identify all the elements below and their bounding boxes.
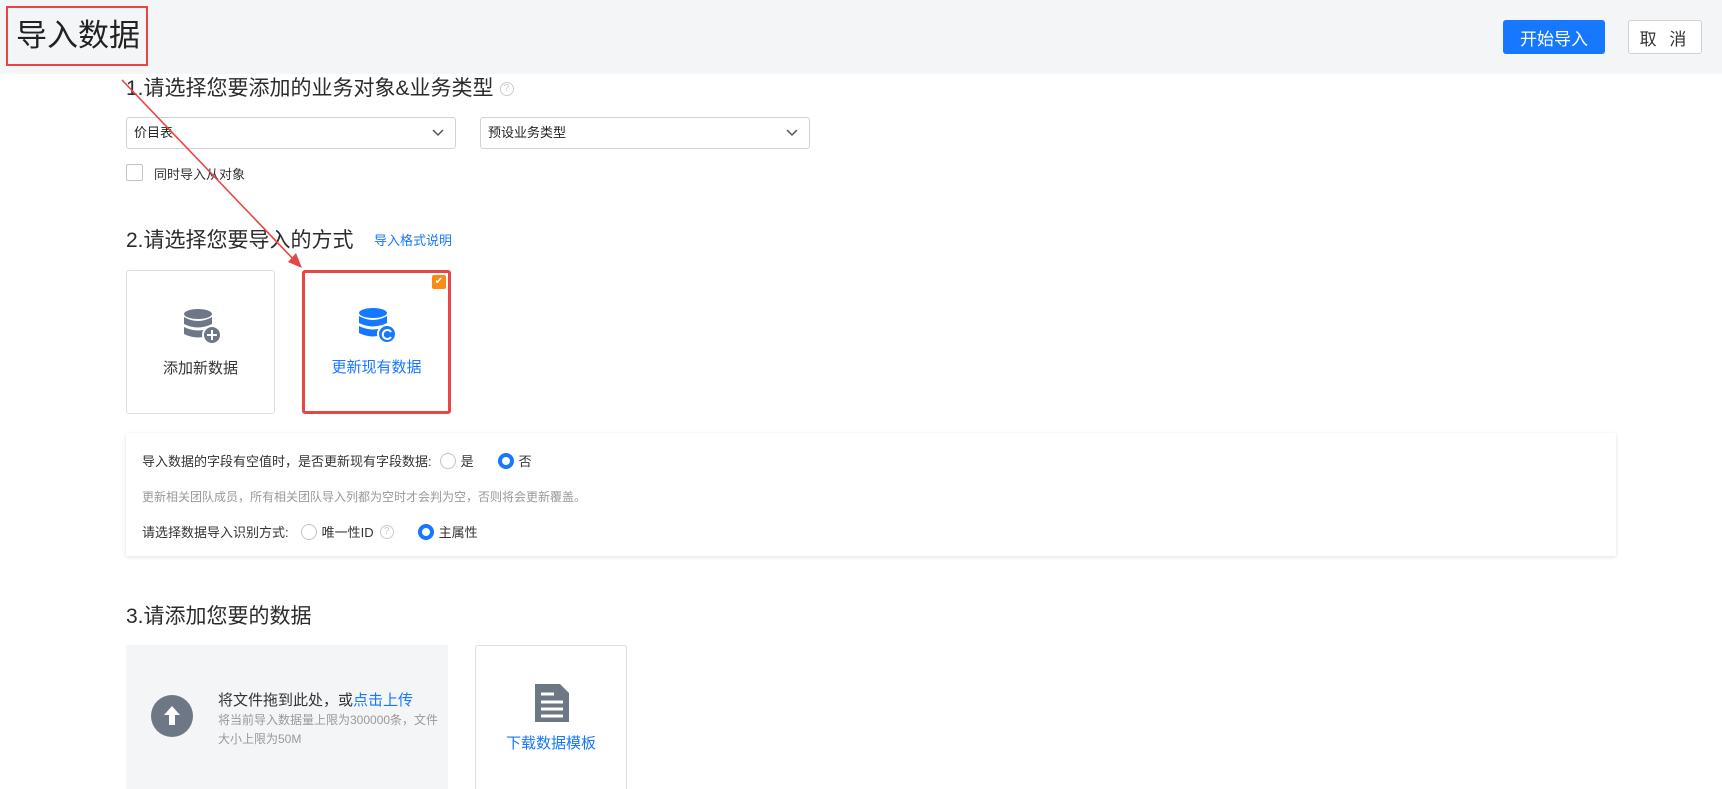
identify-label: 请选择数据导入识别方式: xyxy=(142,525,289,540)
cancel-button[interactable]: 取 消 xyxy=(1628,20,1702,54)
upload-icon xyxy=(151,695,193,737)
upload-instructions: 将文件拖到此处，或点击上传 xyxy=(218,689,413,710)
update-options-panel: 导入数据的字段有空值时，是否更新现有字段数据: 是 否 更新相关团队成员，所有相… xyxy=(126,433,1616,556)
mode-add-card[interactable]: 添加新数据 xyxy=(126,270,275,414)
unique-id-radio[interactable] xyxy=(300,523,317,540)
no-radio[interactable] xyxy=(497,452,514,469)
page-title: 导入数据 xyxy=(6,6,148,66)
database-refresh-icon xyxy=(359,308,397,344)
help-icon[interactable]: ? xyxy=(499,82,514,97)
upload-link[interactable]: 点击上传 xyxy=(353,692,413,709)
check-icon: ✔ xyxy=(432,275,446,289)
unique-id-label: 唯一性ID xyxy=(321,525,374,540)
start-import-button[interactable]: 开始导入 xyxy=(1503,20,1605,54)
section2-title: 2.请选择您要导入的方式 xyxy=(126,229,354,252)
business-type-select[interactable]: 预设业务类型 xyxy=(480,117,810,149)
section3-title: 3.请添加您要的数据 xyxy=(126,605,312,628)
yes-label: 是 xyxy=(460,454,474,469)
database-add-icon xyxy=(184,309,222,345)
document-icon xyxy=(535,684,569,722)
import-child-label: 同时导入从对象 xyxy=(154,167,246,182)
section1-title-text: 1.请选择您要添加的业务对象&业务类型 xyxy=(126,77,494,100)
download-template-label: 下载数据模板 xyxy=(505,735,596,752)
drag-text: 将文件拖到此处，或 xyxy=(218,692,354,709)
yes-radio[interactable] xyxy=(439,452,456,469)
chevron-down-icon xyxy=(786,129,798,137)
business-type-select-value: 预设业务类型 xyxy=(488,125,567,140)
object-select[interactable]: 价目表 xyxy=(126,117,456,149)
section1-title: 1.请选择您要添加的业务对象&业务类型? xyxy=(126,72,514,102)
mode-update-card[interactable]: ✔ 更新现有数据 xyxy=(302,270,451,414)
primary-attr-label: 主属性 xyxy=(438,525,478,540)
primary-attr-radio[interactable] xyxy=(417,523,434,540)
update-hint: 更新相关团队成员，所有相关团队导入列都为空时才会判为空，否则将会更新覆盖。 xyxy=(142,490,587,504)
no-label: 否 xyxy=(518,454,532,469)
empty-field-question: 导入数据的字段有空值时，是否更新现有字段数据: xyxy=(142,454,432,469)
page-header: 导入数据 开始导入 取 消 xyxy=(0,0,1722,74)
upload-limit-text: 将当前导入数据量上限为300000条，文件大小上限为50M xyxy=(218,713,439,746)
help-icon[interactable]: ? xyxy=(379,524,394,539)
object-select-value: 价目表 xyxy=(134,125,174,140)
mode-update-label: 更新现有数据 xyxy=(331,359,422,376)
download-template-card[interactable]: 下载数据模板 xyxy=(475,645,627,789)
import-child-checkbox[interactable] xyxy=(126,164,143,181)
mode-add-label: 添加新数据 xyxy=(162,360,238,377)
format-help-link[interactable]: 导入格式说明 xyxy=(374,230,452,249)
chevron-down-icon xyxy=(432,129,444,137)
identify-row: 请选择数据导入识别方式: 唯一性ID ? 主属性 xyxy=(142,522,478,541)
upload-dropzone[interactable]: 将文件拖到此处，或点击上传 将当前导入数据量上限为300000条，文件大小上限为… xyxy=(126,645,448,789)
empty-field-row: 导入数据的字段有空值时，是否更新现有字段数据: 是 否 xyxy=(142,451,532,470)
